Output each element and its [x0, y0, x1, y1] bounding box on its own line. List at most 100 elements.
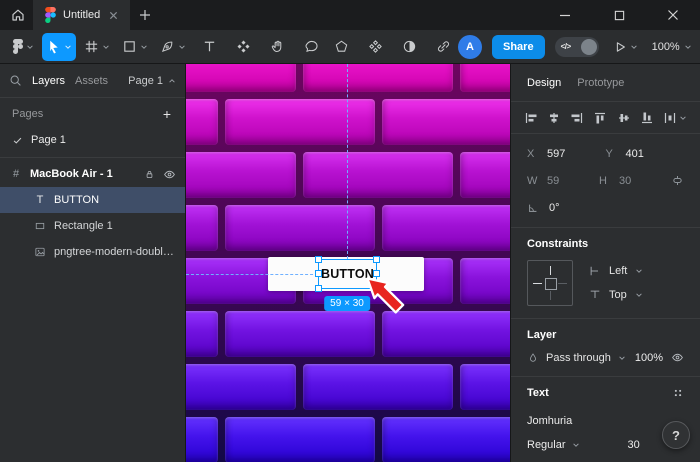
tab-layers[interactable]: Layers [32, 75, 65, 87]
create-link-button[interactable] [428, 33, 458, 61]
minimize-button[interactable] [554, 4, 576, 26]
w-label: W [527, 175, 537, 187]
layer-row-text-selected[interactable]: T BUTTON [0, 187, 185, 213]
create-component-button[interactable] [360, 33, 390, 61]
zoom-menu[interactable]: 100% [652, 41, 692, 53]
canvas[interactable]: BUTTON 59 × 30 [186, 64, 510, 462]
edit-object-button[interactable] [326, 33, 356, 61]
font-family-select[interactable]: Jomhuria [527, 409, 684, 433]
font-weight-select[interactable]: Regular [527, 439, 580, 451]
present-button[interactable] [609, 33, 642, 61]
brick [382, 99, 510, 145]
w-value: 59 [547, 175, 559, 187]
layer-row-image[interactable]: pngtree-modern-double-color... [0, 239, 185, 265]
vertical-constraint-select[interactable]: Top [589, 289, 643, 301]
component-icon [368, 39, 383, 54]
tab-assets[interactable]: Assets [75, 75, 108, 87]
pages-label: Pages [12, 108, 43, 120]
maximize-button[interactable] [608, 4, 630, 26]
chevron-up-icon [168, 77, 176, 85]
pen-tool-button[interactable] [156, 33, 190, 61]
chevron-down-icon [140, 43, 148, 51]
align-left-icon[interactable] [524, 111, 538, 125]
align-h-center-icon[interactable] [547, 111, 561, 125]
shape-tool-button[interactable] [118, 33, 152, 61]
frame-tool-button[interactable] [80, 33, 114, 61]
comment-tool-button[interactable] [296, 33, 326, 61]
resize-handle[interactable] [373, 256, 380, 263]
chevron-down-icon [635, 267, 643, 275]
contextual-tools [326, 33, 458, 61]
new-tab-button[interactable] [130, 0, 160, 30]
main-menu-button[interactable] [8, 33, 38, 61]
font-family-value: Jomhuria [527, 415, 572, 427]
eye-icon[interactable] [671, 351, 684, 364]
layer-name: MacBook Air - 1 [30, 168, 113, 180]
align-bottom-icon[interactable] [640, 111, 654, 125]
brick [186, 205, 218, 251]
rotation-field[interactable]: 0° [527, 202, 613, 214]
brick [225, 205, 375, 251]
text-tool-button[interactable] [194, 33, 224, 61]
page-item[interactable]: Page 1 [0, 128, 185, 152]
resize-handle[interactable] [315, 256, 322, 263]
share-button[interactable]: Share [492, 35, 545, 59]
move-tool-button[interactable] [42, 33, 76, 61]
design-panel: Design Prototype X 597 Y [510, 64, 700, 462]
blend-mode-select[interactable]: Pass through [527, 352, 626, 364]
home-button[interactable] [3, 0, 33, 30]
width-field[interactable]: W 59 [527, 175, 599, 187]
chevron-down-icon [102, 43, 110, 51]
align-v-center-icon[interactable] [617, 111, 631, 125]
horizontal-constraint-value: Left [609, 265, 627, 277]
lock-icon[interactable] [144, 169, 155, 180]
constraints-widget[interactable] [527, 260, 573, 306]
layer-name: pngtree-modern-double-color... [54, 246, 176, 258]
plus-icon [139, 9, 151, 21]
vertical-guide [347, 64, 348, 259]
chevron-down-icon [572, 441, 580, 449]
frame-icon: # [9, 168, 23, 180]
constrain-proportions-button[interactable] [671, 174, 684, 187]
tidy-up-button[interactable] [663, 111, 687, 125]
file-tab[interactable]: Untitled [33, 0, 130, 30]
resize-handle[interactable] [315, 270, 322, 277]
layer-row-rectangle[interactable]: Rectangle 1 [0, 213, 185, 239]
align-top-icon[interactable] [593, 111, 607, 125]
opacity-field[interactable]: 100% [635, 352, 663, 364]
dev-mode-toggle[interactable]: </> [555, 37, 599, 57]
tab-close-icon[interactable] [107, 9, 120, 22]
font-size-field[interactable]: 30 [628, 439, 640, 451]
add-page-button[interactable]: + [161, 106, 173, 122]
page-selector[interactable]: Page 1 [128, 75, 176, 87]
check-icon [12, 135, 23, 146]
height-field[interactable]: H 30 [599, 175, 671, 187]
window-controls [554, 4, 700, 26]
tab-prototype[interactable]: Prototype [577, 77, 624, 89]
use-as-mask-button[interactable] [394, 33, 424, 61]
resources-tool-button[interactable] [228, 33, 258, 61]
pen-icon [160, 39, 175, 54]
search-icon[interactable] [9, 74, 22, 87]
text-styles-icon[interactable] [672, 387, 684, 399]
hand-tool-button[interactable] [262, 33, 292, 61]
align-right-icon[interactable] [570, 111, 584, 125]
h-value: 30 [619, 175, 631, 187]
constraints-section: Constraints Left [511, 228, 700, 319]
eye-icon[interactable] [163, 168, 176, 181]
titlebar: Untitled [0, 0, 700, 30]
layer-row-frame[interactable]: # MacBook Air - 1 [0, 161, 185, 187]
tab-design[interactable]: Design [527, 77, 561, 89]
help-button[interactable]: ? [662, 421, 690, 449]
constraint-tick-bottom [550, 291, 551, 300]
h-label: H [599, 175, 609, 187]
angle-icon [527, 202, 539, 214]
y-position-field[interactable]: Y 401 [606, 148, 685, 160]
dev-mode-icon: </> [561, 42, 571, 51]
avatar[interactable]: A [458, 35, 482, 59]
chevron-down-icon [679, 114, 687, 122]
close-button[interactable] [662, 4, 684, 26]
x-position-field[interactable]: X 597 [527, 148, 606, 160]
resize-handle[interactable] [315, 285, 322, 292]
horizontal-constraint-select[interactable]: Left [589, 265, 643, 277]
